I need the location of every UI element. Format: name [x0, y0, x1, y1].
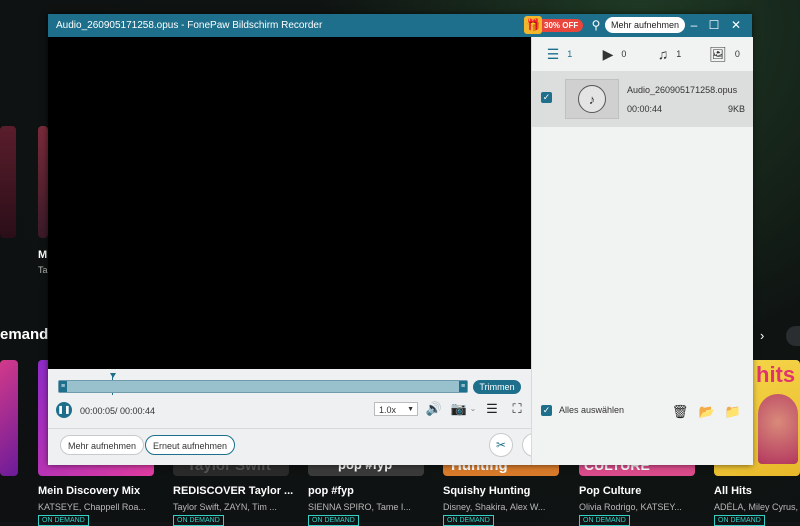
filter-video[interactable]: ▶ 0 — [587, 46, 642, 63]
export-folder-icon[interactable]: 📂 — [698, 403, 716, 421]
card-title-3[interactable]: Squishy Hunting — [443, 485, 530, 497]
trim-timeline[interactable]: ≡ ≡ — [58, 380, 468, 393]
card-title-2[interactable]: pop #fyp — [308, 485, 354, 497]
card-art-6-portrait — [758, 394, 798, 464]
card-sub-4: Olivia Rodrigo, KATSEY... — [579, 502, 682, 512]
more-record-top-button[interactable]: Mehr aufnehmen — [605, 17, 686, 33]
filter-count-all: 1 — [567, 49, 573, 59]
select-all-checkbox[interactable]: ✓ — [541, 405, 552, 416]
pin-icon[interactable]: ⚲ — [588, 17, 604, 33]
card-sub-5: ADÉLA, Miley Cyrus, ... — [714, 502, 800, 512]
filter-audio[interactable]: ♫ 1 — [642, 46, 697, 62]
filter-count-video: 0 — [621, 49, 627, 59]
on-demand-badge-3: ON DEMAND — [443, 515, 494, 526]
trim-button[interactable]: Trimmen — [473, 380, 521, 394]
promo-text: 30% OFF — [544, 20, 579, 30]
card-sub-1: Taylor Swift, ZAYN, Tim ... — [173, 502, 277, 512]
card-title-5[interactable]: All Hits — [714, 485, 752, 497]
list-icon: ☰ — [546, 45, 560, 62]
far-left-card-art[interactable] — [0, 126, 16, 238]
folder-icon[interactable]: 📁 — [724, 403, 742, 421]
trim-end-handle[interactable]: ≡ — [459, 381, 467, 392]
title-bar[interactable]: Audio_260905171258.opus - FonePaw Bildsc… — [48, 14, 752, 37]
audio-thumbnail: ♪ — [565, 79, 619, 119]
filter-count-image: 0 — [734, 49, 740, 59]
filter-all[interactable]: ☰ 1 — [532, 46, 587, 63]
playlist-icon[interactable]: ☰ — [483, 401, 501, 417]
pause-button[interactable]: ❚❚ — [56, 402, 72, 418]
time-display: 00:00:05/ 00:00:44 — [80, 406, 156, 416]
gift-icon: 🎁 — [524, 15, 542, 34]
on-demand-badge-0: ON DEMAND — [38, 515, 89, 526]
file-duration: 00:00:44 — [627, 104, 663, 114]
on-demand-badge-5: ON DEMAND — [714, 515, 765, 526]
on-demand-badge-1: ON DEMAND — [173, 515, 224, 526]
filter-tabs: ☰ 1 ▶ 0 ♫ 1 🖼 0 — [532, 37, 753, 71]
filter-count-audio: 1 — [676, 49, 682, 59]
section-title: emand — [0, 326, 49, 343]
carousel-next-icon[interactable]: › — [760, 328, 764, 343]
on-demand-badge-4: ON DEMAND — [579, 515, 630, 526]
more-record-button[interactable]: Mehr aufnehmen — [60, 435, 145, 455]
trim-start-handle[interactable]: ≡ — [59, 381, 67, 392]
file-size: 9KB — [727, 104, 745, 114]
card-sub-0: KATSEYE, Chappell Roa... — [38, 502, 146, 512]
chevron-down-icon: ▼ — [407, 406, 414, 413]
select-all-row: ✓ Alles auswählen 🗑 📂 📁 — [532, 401, 753, 421]
filter-image[interactable]: 🖼 0 — [697, 46, 752, 63]
rerecord-button[interactable]: Erneut aufnehmen — [145, 435, 236, 455]
playhead-marker-icon[interactable] — [110, 373, 116, 378]
recorder-window: Audio_260905171258.opus - FonePaw Bildsc… — [48, 14, 753, 465]
left-card-title: M — [38, 249, 48, 261]
left-card-art[interactable] — [38, 126, 48, 238]
card-sub-2: SIENNA SPIRO, Tame I... — [308, 502, 411, 512]
carousel-right-chip[interactable] — [786, 326, 800, 346]
window-title: Audio_260905171258.opus - FonePaw Bildsc… — [56, 20, 323, 31]
volume-icon[interactable]: 🔊 — [425, 401, 443, 417]
card-title-4[interactable]: Pop Culture — [579, 485, 641, 497]
select-all-label[interactable]: Alles auswählen — [559, 405, 624, 415]
promo[interactable]: 🎁 30% OFF — [524, 15, 584, 34]
music-icon: ♫ — [657, 46, 669, 62]
camera-chevron-icon[interactable]: ⌄ — [464, 401, 482, 417]
music-note-icon: ♪ — [578, 85, 606, 113]
on-demand-badge-2: ON DEMAND — [308, 515, 359, 526]
close-icon[interactable]: ✕ — [728, 17, 744, 33]
maximize-icon[interactable]: ☐ — [706, 17, 722, 33]
card-title-0[interactable]: Mein Discovery Mix — [38, 485, 140, 497]
file-name: Audio_260905171258.opus — [627, 85, 738, 95]
trash-icon[interactable]: 🗑 — [671, 403, 689, 421]
image-icon: 🖼 — [709, 45, 727, 62]
fullscreen-icon[interactable]: ⛶ — [508, 401, 526, 417]
speed-select[interactable]: 1.0x ▼ — [374, 402, 418, 416]
recording-list-panel: ☰ 1 ▶ 0 ♫ 1 🖼 0 ✓ ♪ Audio_260905171258.opus … — [531, 37, 753, 465]
scissors-icon[interactable]: ✂ — [489, 433, 513, 457]
recording-item[interactable]: ✓ ♪ Audio_260905171258.opus 00:00:44 9KB — [532, 71, 753, 127]
item-checkbox[interactable]: ✓ — [541, 92, 552, 103]
card-sub-3: Disney, Shakira, Alex W... — [443, 502, 546, 512]
speed-value: 1.0x — [379, 405, 397, 415]
video-icon: ▶ — [602, 45, 614, 62]
video-preview[interactable] — [48, 37, 531, 369]
card-title-1[interactable]: REDISCOVER Taylor ... — [173, 485, 293, 497]
minimize-icon[interactable]: – — [686, 17, 702, 33]
card-art-6-text: hits — [756, 362, 796, 387]
left-card-sub: Ta — [38, 265, 48, 275]
promo-badge[interactable]: 🎁 30% OFF — [524, 15, 584, 34]
card-art-0[interactable] — [0, 360, 18, 476]
